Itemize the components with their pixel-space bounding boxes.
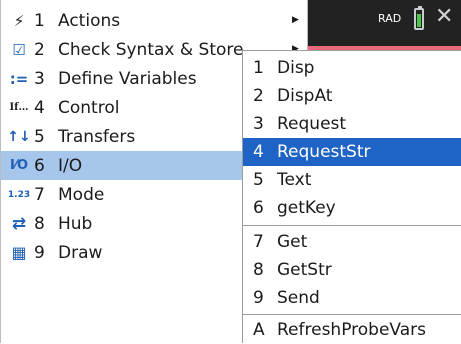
- submenu-item-key: 3: [253, 114, 264, 134]
- submenu-item-getkey[interactable]: 6 getKey: [243, 194, 461, 222]
- angle-mode-indicator: RAD: [378, 12, 402, 25]
- submenu-item-key: 4: [253, 142, 264, 162]
- menu-item-number: 7: [34, 184, 45, 205]
- submenu-item-key: 9: [253, 288, 264, 308]
- submenu-item-key: 8: [253, 260, 264, 280]
- submenu-item-getstr[interactable]: 8 GetStr: [243, 256, 461, 284]
- submenu-item-refreshprobevars[interactable]: A RefreshProbeVars: [243, 316, 461, 344]
- submenu-item-label: RequestStr: [277, 142, 371, 162]
- submenu-item-disp[interactable]: 1 Disp: [243, 54, 461, 82]
- draw-icon: ▦: [11, 243, 27, 262]
- menu-item-label: Control: [58, 97, 120, 118]
- lightning-icon: ⚡: [13, 11, 25, 30]
- hub-icon: ⇄: [11, 213, 27, 234]
- submenu-item-requeststr[interactable]: 4 RequestStr: [243, 138, 461, 166]
- menu-item-number: 4: [34, 97, 45, 118]
- submenu-item-key: 1: [253, 58, 264, 78]
- transfers-icon: ↑↓: [7, 128, 31, 145]
- menu-item-number: 6: [34, 155, 45, 176]
- menu-item-label: Define Variables: [58, 68, 197, 89]
- menu-item-label: Mode: [58, 184, 105, 205]
- menu-item-label: Actions: [58, 10, 121, 31]
- menu-item-label: Check Syntax & Store: [58, 39, 244, 60]
- io-icon: I⁄O: [9, 158, 29, 173]
- submenu-item-key: A: [253, 320, 265, 340]
- menu-item-label: Transfers: [58, 126, 136, 147]
- calculator-screen: RAD ✕ 1/ ⚡ 1 Actions ▶ ☑ 2 Check Syntax …: [0, 0, 461, 343]
- submenu-item-label: RefreshProbeVars: [277, 320, 426, 340]
- battery-icon: [414, 6, 424, 30]
- define-variables-icon: :=: [9, 69, 29, 88]
- io-submenu: 1 Disp 2 DispAt 3 Request 4 RequestStr 5…: [242, 50, 461, 343]
- control-icon: If…: [9, 102, 29, 113]
- checkbox-icon: ☑: [12, 40, 26, 59]
- submenu-item-send[interactable]: 9 Send: [243, 284, 461, 312]
- submenu-item-request[interactable]: 3 Request: [243, 110, 461, 138]
- submenu-arrow-icon: ▶: [292, 15, 299, 25]
- submenu-item-label: getKey: [277, 198, 336, 218]
- menu-item-number: 5: [34, 126, 45, 147]
- submenu-item-key: 2: [253, 86, 264, 106]
- menu-item-label: Draw: [58, 242, 103, 263]
- submenu-item-label: Get: [277, 232, 308, 252]
- submenu-item-label: GetStr: [277, 260, 332, 280]
- submenu-item-label: Text: [277, 170, 312, 190]
- submenu-divider: [243, 314, 461, 315]
- submenu-item-dispat[interactable]: 2 DispAt: [243, 82, 461, 110]
- close-icon[interactable]: ✕: [435, 2, 453, 32]
- menu-item-number: 3: [34, 68, 45, 89]
- submenu-item-label: Request: [277, 114, 347, 134]
- submenu-item-text[interactable]: 5 Text: [243, 166, 461, 194]
- submenu-item-key: 6: [253, 198, 264, 218]
- menu-item-actions[interactable]: ⚡ 1 Actions ▶: [1, 6, 307, 35]
- submenu-item-label: DispAt: [277, 86, 333, 106]
- submenu-item-key: 5: [253, 170, 264, 190]
- submenu-item-key: 7: [253, 232, 264, 252]
- submenu-item-label: Send: [277, 288, 320, 308]
- menu-item-number: 2: [34, 39, 45, 60]
- menu-item-number: 8: [34, 213, 45, 234]
- submenu-item-label: Disp: [277, 58, 315, 78]
- menu-item-label: Hub: [58, 213, 93, 234]
- menu-item-label: I/O: [58, 155, 83, 176]
- menu-item-number: 9: [34, 242, 45, 263]
- submenu-divider: [243, 225, 461, 226]
- mode-icon: 1.23: [7, 189, 31, 200]
- submenu-item-get[interactable]: 7 Get: [243, 228, 461, 256]
- menu-item-number: 1: [34, 10, 45, 31]
